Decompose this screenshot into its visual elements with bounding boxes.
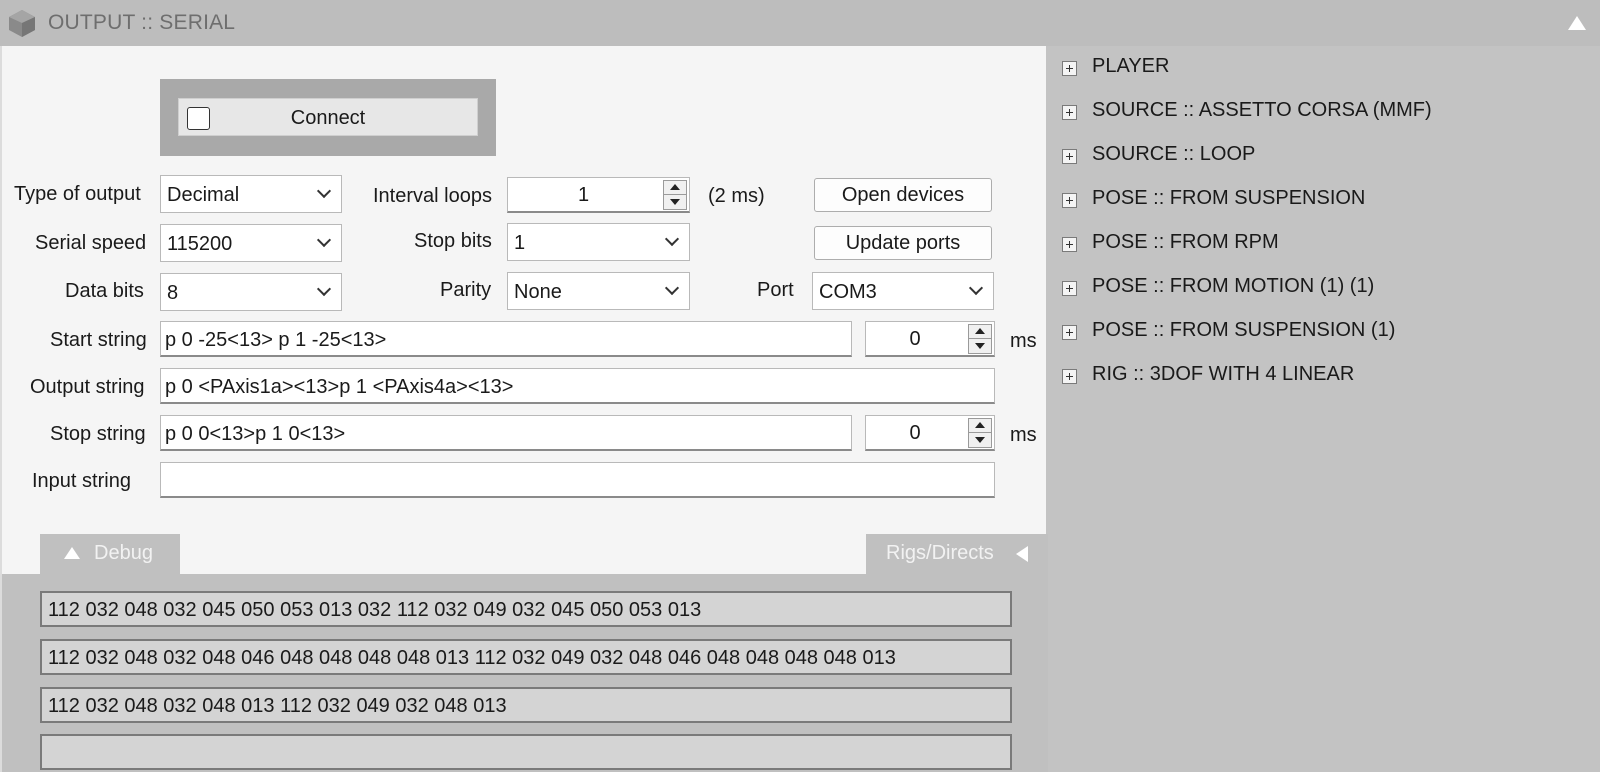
parity-select[interactable]: None: [507, 272, 690, 310]
start-string-input[interactable]: p 0 -25<13> p 1 -25<13>: [160, 321, 852, 357]
stop-string-value: p 0 0<13>p 1 0<13>: [165, 423, 346, 445]
open-devices-button[interactable]: Open devices: [814, 178, 992, 212]
chevron-down-icon: [316, 281, 332, 297]
debug-line-text: 112 032 048 032 045 050 053 013 032 112 …: [48, 599, 702, 621]
tree-item-label: POSE :: FROM SUSPENSION: [1092, 187, 1366, 209]
stepper-down-icon[interactable]: [664, 195, 686, 209]
tree-item-label: PLAYER: [1092, 55, 1170, 77]
start-string-value: p 0 -25<13> p 1 -25<13>: [165, 329, 387, 351]
stop-string-input[interactable]: p 0 0<13>p 1 0<13>: [160, 415, 852, 451]
stepper-arrows: [968, 324, 992, 354]
input-string-label: Input string: [32, 470, 131, 492]
tree-item-label: POSE :: FROM SUSPENSION (1): [1092, 319, 1396, 341]
expand-plus-icon[interactable]: [1062, 325, 1077, 340]
stop-bits-value: 1: [514, 232, 526, 254]
debug-line-text: 112 032 048 032 048 013 112 032 049 032 …: [48, 695, 507, 717]
output-string-input[interactable]: p 0 <PAxis1a><13>p 1 <PAxis4a><13>: [160, 368, 995, 404]
type-of-output-select[interactable]: Decimal: [160, 175, 342, 213]
start-string-delay-value: 0: [909, 328, 921, 350]
tree-item-label: POSE :: FROM RPM: [1092, 231, 1279, 253]
stepper-up-icon[interactable]: [969, 419, 991, 433]
stepper-arrows: [663, 180, 687, 210]
parity-label: Parity: [440, 279, 492, 301]
stop-string-label: Stop string: [50, 423, 146, 445]
debug-line-text: 112 032 048 032 048 046 048 048 048 048 …: [48, 647, 896, 669]
start-string-label: Start string: [50, 329, 147, 351]
type-of-output-label: Type of output: [14, 183, 141, 205]
connect-label: Connect: [290, 107, 366, 129]
serial-speed-value: 115200: [167, 233, 233, 255]
update-ports-button[interactable]: Update ports: [814, 226, 992, 260]
connect-frame: Connect: [160, 79, 496, 156]
data-bits-label: Data bits: [65, 280, 144, 302]
interval-loops-note: (2 ms): [708, 185, 765, 207]
tree-item-label: POSE :: FROM MOTION (1) (1): [1092, 275, 1375, 297]
interval-loops-stepper[interactable]: 1: [507, 177, 690, 213]
stepper-up-icon[interactable]: [664, 181, 686, 195]
stepper-arrows: [968, 418, 992, 448]
connect-button[interactable]: Connect: [178, 98, 478, 136]
debug-line: 112 032 048 032 048 013 112 032 049 032 …: [40, 687, 1012, 723]
tree-item-label: SOURCE :: ASSETTO CORSA (MMF): [1092, 99, 1432, 121]
data-bits-select[interactable]: 8: [160, 273, 342, 311]
tab-rigs-directs[interactable]: Rigs/Directs: [866, 534, 1048, 574]
title-bar: OUTPUT :: SERIAL: [0, 0, 1600, 46]
tab-rigs-directs-label: Rigs/Directs: [886, 542, 994, 564]
expand-plus-icon[interactable]: [1062, 237, 1077, 252]
triangle-up-icon: [64, 547, 80, 559]
output-string-value: p 0 <PAxis1a><13>p 1 <PAxis4a><13>: [165, 376, 514, 398]
data-bits-value: 8: [167, 282, 179, 304]
debug-line: [40, 734, 1012, 770]
start-string-delay-stepper[interactable]: 0: [865, 321, 995, 357]
serial-speed-select[interactable]: 115200: [160, 224, 342, 262]
triangle-left-icon: [1016, 546, 1028, 562]
serial-output-panel: Connect Type of output Decimal Interval …: [0, 46, 1048, 772]
window-title: OUTPUT :: SERIAL: [48, 11, 236, 34]
stepper-up-icon[interactable]: [969, 325, 991, 339]
debug-area: 112 032 048 032 045 050 053 013 032 112 …: [2, 574, 1048, 772]
chevron-down-icon: [664, 280, 680, 296]
expand-plus-icon[interactable]: [1062, 369, 1077, 384]
expand-plus-icon[interactable]: [1062, 193, 1077, 208]
tree-item-label: RIG :: 3DOF WITH 4 LINEAR: [1092, 363, 1355, 385]
chevron-down-icon: [968, 280, 984, 296]
stepper-down-icon[interactable]: [969, 339, 991, 353]
chevron-down-icon: [316, 183, 332, 199]
expand-plus-icon[interactable]: [1062, 281, 1077, 296]
tab-debug-label: Debug: [94, 542, 153, 564]
interval-loops-label: Interval loops: [373, 185, 492, 207]
start-delay-unit: ms: [1010, 330, 1037, 352]
port-value: COM3: [819, 281, 877, 303]
stop-bits-label: Stop bits: [414, 230, 492, 252]
stop-string-delay-value: 0: [909, 422, 921, 444]
expand-plus-icon[interactable]: [1062, 149, 1077, 164]
triangle-up-icon[interactable]: [1568, 16, 1586, 30]
serial-speed-label: Serial speed: [35, 232, 147, 254]
stop-bits-select[interactable]: 1: [507, 223, 690, 261]
stop-string-delay-stepper[interactable]: 0: [865, 415, 995, 451]
input-string-input[interactable]: [160, 462, 995, 498]
stepper-down-icon[interactable]: [969, 433, 991, 447]
interval-loops-value: 1: [577, 184, 590, 206]
tree-item-label: SOURCE :: LOOP: [1092, 143, 1256, 165]
expand-plus-icon[interactable]: [1062, 61, 1077, 76]
chevron-down-icon: [664, 231, 680, 247]
stop-delay-unit: ms: [1010, 424, 1037, 446]
chevron-down-icon: [316, 232, 332, 248]
debug-line: 112 032 048 032 045 050 053 013 032 112 …: [40, 591, 1012, 627]
parity-value: None: [514, 281, 562, 303]
port-label: Port: [757, 279, 794, 301]
output-string-label: Output string: [30, 376, 145, 398]
cube-icon: [9, 10, 35, 37]
tab-debug[interactable]: Debug: [40, 534, 180, 574]
type-of-output-value: Decimal: [167, 184, 240, 206]
debug-line: 112 032 048 032 048 046 048 048 048 048 …: [40, 639, 1012, 675]
port-select[interactable]: COM3: [812, 272, 994, 310]
expand-plus-icon[interactable]: [1062, 105, 1077, 120]
